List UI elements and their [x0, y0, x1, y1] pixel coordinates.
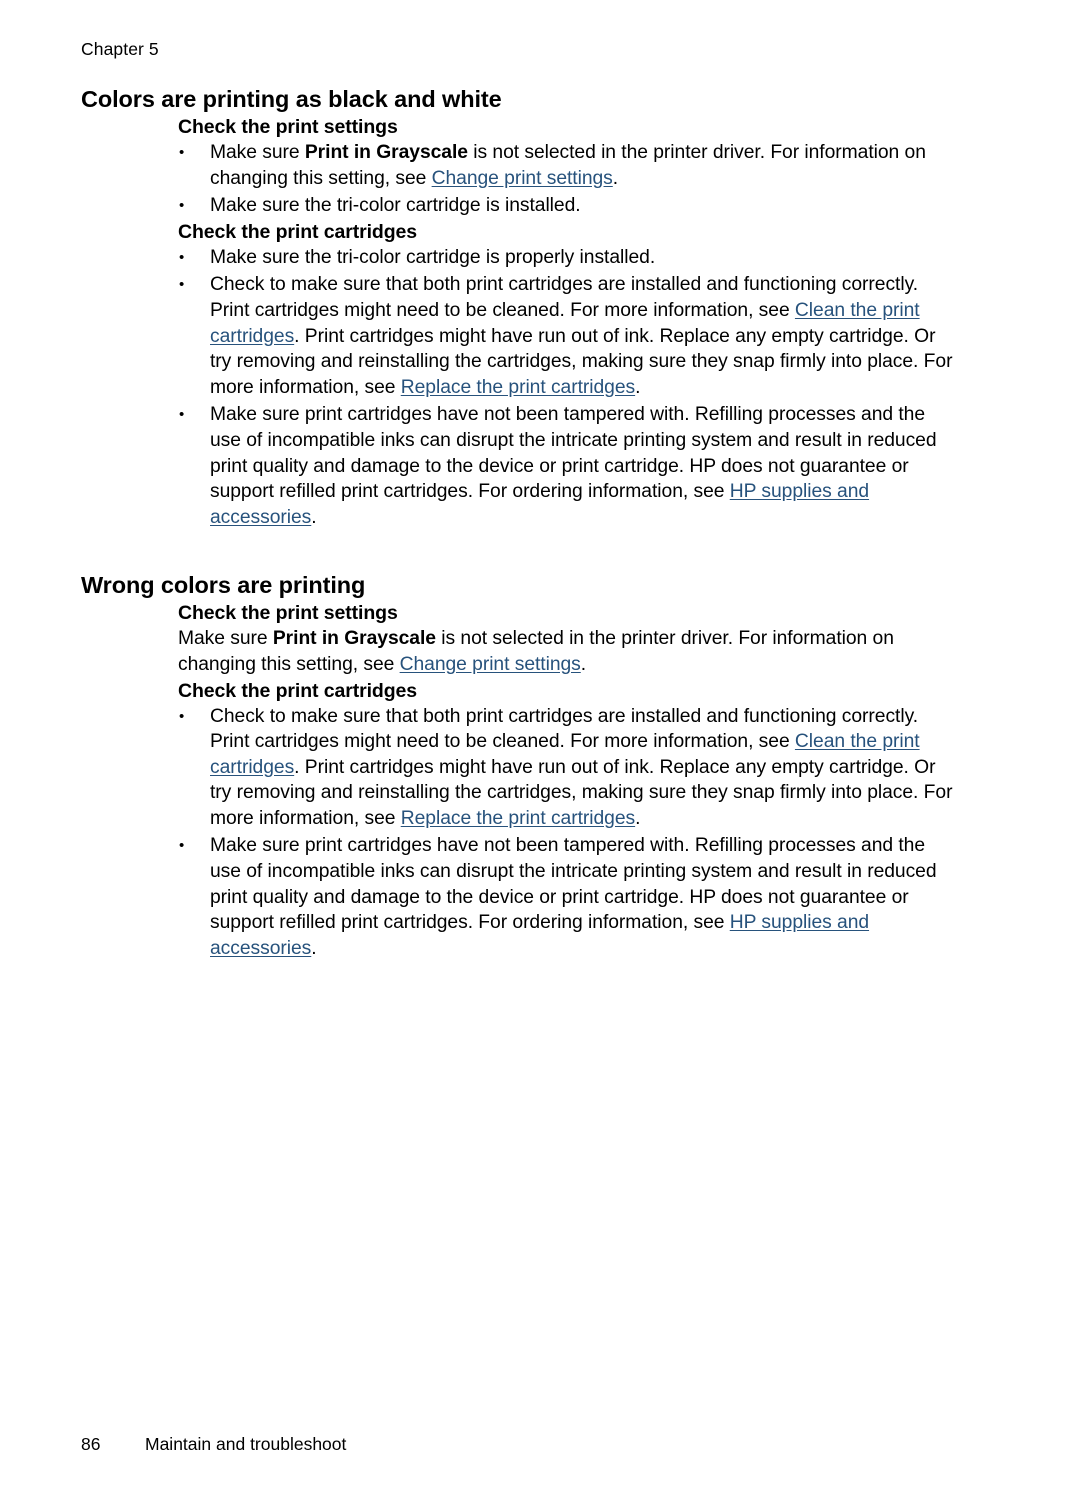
body-text: .: [612, 167, 619, 189]
page-footer: 86 Maintain and troubleshoot: [0, 1415, 1080, 1495]
cross-reference-link[interactable]: Replace the print cartridges: [401, 377, 635, 398]
body-text: .: [635, 376, 641, 398]
bullet-list: Check to make sure that both print cartr…: [178, 704, 955, 962]
body-text: Make sure: [210, 142, 305, 163]
cross-reference-link[interactable]: Replace the print cartridges: [401, 808, 635, 829]
body-paragraph: Make sure Print in Grayscale is not sele…: [178, 626, 955, 677]
body-text: Make sure the tri-color cartridge is ins…: [210, 195, 581, 217]
content-section: Wrong colors are printing Check the print…: [0, 570, 1080, 961]
body-text: Make sure: [178, 628, 273, 650]
running-header-chapter: Chapter 5: [81, 39, 159, 59]
list-item: Make sure Print in Grayscale is not sele…: [178, 140, 955, 191]
emphasis-text: Print in Grayscale: [304, 142, 468, 163]
list-item: Check to make sure that both print cartr…: [178, 272, 955, 400]
section-body: Check the print settingsMake sure Print …: [0, 114, 1080, 530]
list-item: Make sure the tri-color cartridge is ins…: [178, 193, 955, 219]
section-heading: Wrong colors are printing: [81, 572, 366, 599]
footer-label: Maintain and troubleshoot: [145, 1434, 347, 1454]
page-content: Colors are printing as black and white Ch…: [0, 84, 1080, 961]
subsection-heading: Check the print cartridges: [178, 679, 418, 702]
cross-reference-link[interactable]: Change print settings: [400, 654, 581, 675]
body-text: .: [311, 506, 317, 528]
content-section: Colors are printing as black and white Ch…: [0, 84, 1080, 530]
cross-reference-link[interactable]: Change print settings: [432, 168, 613, 189]
subsection-heading: Check the print cartridges: [178, 220, 418, 243]
emphasis-text: Print in Grayscale: [272, 628, 436, 650]
body-text: .: [580, 653, 587, 675]
bullet-list: Make sure the tri-color cartridge is pro…: [178, 245, 955, 531]
subsection-heading: Check the print settings: [178, 116, 398, 138]
section-body: Check the print settingsMake sure Print …: [0, 600, 1080, 961]
document-page: Chapter 5 Colors are printing as black a…: [0, 0, 1080, 1495]
subsection-heading: Check the print settings: [178, 602, 398, 625]
list-item: Make sure the tri-color cartridge is pro…: [178, 245, 955, 271]
bullet-list: Make sure Print in Grayscale is not sele…: [178, 140, 955, 219]
body-text: Make sure the tri-color cartridge is pro…: [210, 246, 656, 268]
sections-container: Colors are printing as black and white Ch…: [0, 84, 1080, 961]
list-item: Make sure print cartridges have not been…: [178, 402, 955, 530]
footer-page-number: 86: [81, 1434, 101, 1454]
list-item: Check to make sure that both print cartr…: [178, 704, 955, 832]
list-item: Make sure print cartridges have not been…: [178, 833, 955, 961]
body-text: .: [311, 937, 317, 959]
body-text: .: [635, 807, 641, 829]
section-heading: Colors are printing as black and white: [81, 86, 502, 112]
